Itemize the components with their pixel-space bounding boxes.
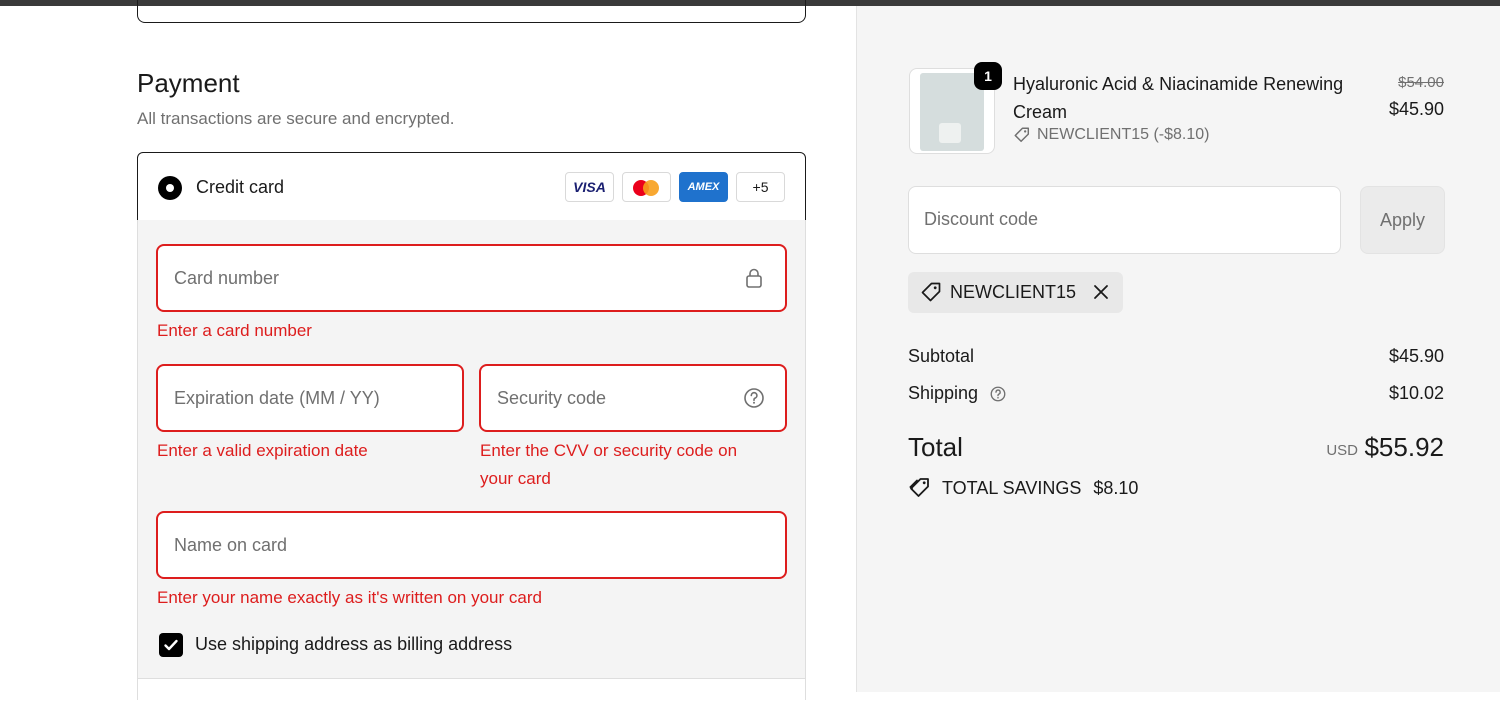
name-on-card-error: Enter your name exactly as it's written … [157, 588, 542, 607]
mastercard-orange-circle [643, 180, 659, 196]
payment-title: Payment [137, 68, 240, 98]
card-number-placeholder: Card number [174, 268, 280, 288]
subtotal-label: Subtotal [908, 346, 975, 366]
credit-card-label: Credit card [196, 177, 285, 197]
shipping-row-label: Shipping [908, 383, 1007, 404]
product-jar-shape [939, 123, 961, 143]
shipping-label: Shipping [908, 383, 979, 403]
security-code-error-line1: Enter the CVV or security code on [480, 441, 738, 460]
billing-address-label[interactable]: Use shipping address as billing address [195, 634, 512, 655]
total-savings: TOTAL SAVINGS $8.10 [908, 476, 1138, 500]
discount-code-placeholder: Discount code [924, 209, 1039, 229]
security-code-error-line2: your card [480, 469, 551, 488]
applied-discount-chip: NEWCLIENT15 [908, 272, 1123, 313]
product-name: Hyaluronic Acid & Niacinamide Renewing C… [1013, 74, 1344, 122]
product-discount-text: NEWCLIENT15 (-$8.10) [1037, 126, 1210, 143]
next-section-box [138, 679, 805, 709]
close-icon[interactable] [1091, 282, 1111, 302]
card-number-input[interactable]: Card number [156, 244, 787, 312]
visa-logo: VISA [565, 172, 614, 202]
subtotal-value: $45.90 [1388, 346, 1444, 366]
quantity-badge: 1 [974, 62, 1002, 90]
total-label: Total [908, 432, 963, 462]
security-code-error: Enter the CVV or security code on your c… [480, 437, 737, 493]
payment-subtitle: All transactions are secure and encrypte… [137, 109, 455, 128]
order-summary-panel: 1 Hyaluronic Acid & Niacinamide Renewing… [857, 6, 1500, 692]
savings-value: $8.10 [1093, 477, 1139, 498]
credit-card-option[interactable]: Credit card VISA AMEX +5 [137, 152, 806, 221]
lock-icon [746, 268, 762, 288]
expiration-date-placeholder: Expiration date (MM / YY) [174, 388, 380, 408]
total-value: $55.92 [1364, 432, 1444, 462]
security-code-placeholder: Security code [497, 388, 607, 408]
card-number-error: Enter a card number [157, 321, 312, 340]
expiration-date-input[interactable]: Expiration date (MM / YY) [156, 364, 464, 432]
question-circle-icon[interactable] [989, 385, 1007, 403]
expiration-date-error: Enter a valid expiration date [157, 441, 368, 460]
security-code-input[interactable]: Security code [479, 364, 787, 432]
previous-section-box [137, 0, 806, 23]
original-price: $54.00 [1398, 74, 1444, 91]
apply-button[interactable]: Apply [1360, 186, 1445, 254]
total-currency: USD [1326, 442, 1358, 459]
product-discount-line: NEWCLIENT15 (-$8.10) [1013, 126, 1210, 144]
credit-card-form: Card number Enter a card number Expirati… [137, 220, 806, 709]
name-on-card-placeholder: Name on card [174, 535, 288, 555]
discounted-price: $45.90 [1388, 99, 1444, 119]
amex-logo: AMEX [679, 172, 728, 202]
savings-label: TOTAL SAVINGS [942, 477, 1082, 498]
more-brands-badge: +5 [736, 172, 785, 202]
checkmark-icon [164, 639, 178, 651]
applied-discount-code: NEWCLIENT15 [950, 282, 1077, 302]
question-circle-icon[interactable] [743, 387, 765, 409]
tag-icon [1014, 127, 1030, 143]
savings-tag-icon [909, 478, 929, 497]
billing-address-checkbox[interactable] [159, 633, 183, 657]
name-on-card-input[interactable]: Name on card [156, 511, 787, 579]
mastercard-logo [622, 172, 671, 202]
tag-icon [921, 282, 941, 302]
credit-card-radio[interactable] [158, 176, 182, 200]
discount-code-input[interactable]: Discount code [908, 186, 1341, 254]
shipping-value: $10.02 [1388, 383, 1444, 403]
checkout-main-panel: Payment All transactions are secure and … [0, 0, 857, 709]
